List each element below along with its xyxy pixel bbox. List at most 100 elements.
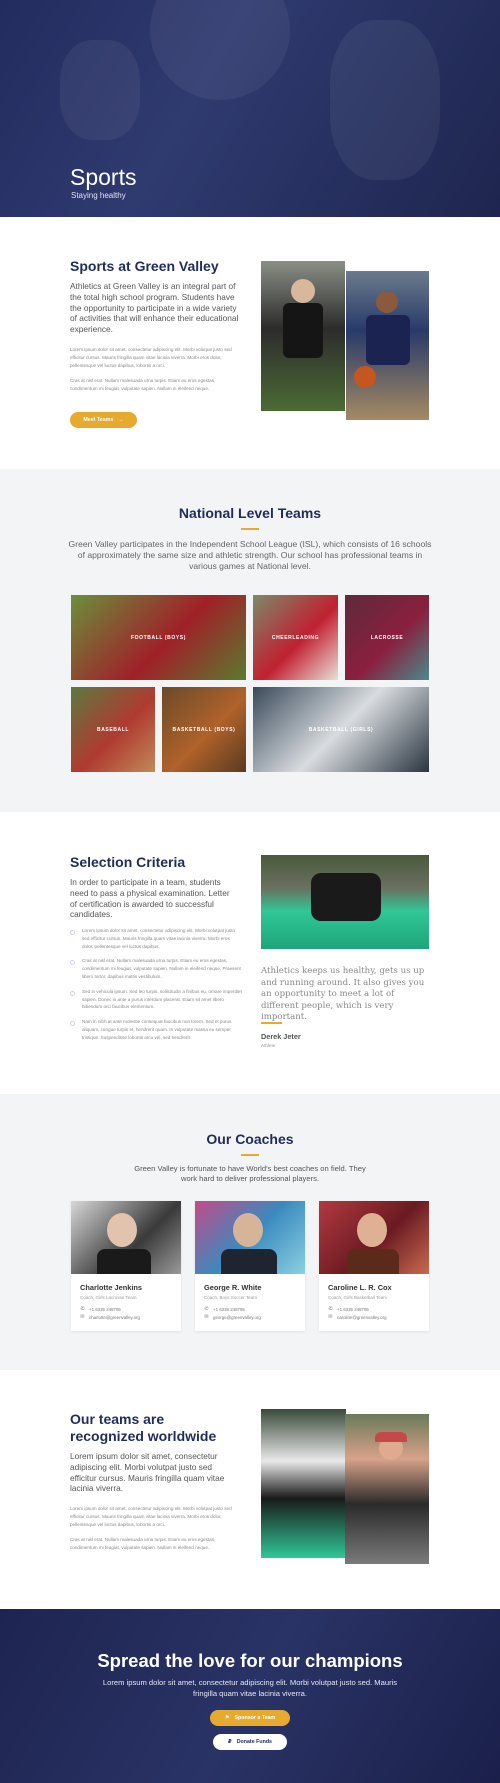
- team-group-photo: [261, 1409, 346, 1558]
- player-jersey-shape: [366, 315, 410, 365]
- team-tile-basketball-boys[interactable]: BASKETBALL (BOYS): [162, 687, 246, 772]
- bullet-icon: [70, 960, 75, 966]
- donate-funds-button[interactable]: ₽ Donate Funds: [213, 1734, 287, 1750]
- coach-phone[interactable]: ✆ +1 6335 248795: [328, 1306, 420, 1313]
- player-head-shape: [376, 291, 398, 313]
- coach-name: Caroline L. R. Cox: [328, 1283, 392, 1292]
- coach-phone[interactable]: ✆ +1 6335 248795: [80, 1306, 172, 1313]
- about-lead: Athletics at Green Valley is an integral…: [70, 281, 239, 335]
- criteria-text: Lorem ipsum dolor sit amet, consectetur …: [82, 928, 235, 949]
- coach-role: Coach, Boys Soccer Team: [204, 1295, 257, 1300]
- worldwide-title: Our teams are recognized worldwide: [70, 1411, 217, 1444]
- coach-photo: [195, 1201, 305, 1274]
- team-tile-football[interactable]: FOOTBALL (BOYS): [71, 595, 246, 680]
- bullet-icon: [70, 930, 75, 935]
- worldwide-section: Our teams are recognized worldwide Lorem…: [0, 1370, 500, 1609]
- phone-text: +1 6335 248795: [337, 1307, 369, 1312]
- huddle-shape: [311, 873, 381, 921]
- phone-text: +1 6335 248795: [213, 1307, 245, 1312]
- team-label: CHEERLEADING: [271, 634, 320, 641]
- page: Sports Staying healthy Sports at Green V…: [0, 0, 500, 1783]
- team-tile-cheerleading[interactable]: CHEERLEADING: [253, 595, 338, 680]
- meet-teams-label: Meet Teams: [83, 417, 114, 423]
- worldwide-lead: Lorem ipsum dolor sit amet, consectetur …: [70, 1451, 225, 1494]
- hero-banner: Sports Staying healthy: [0, 0, 500, 217]
- team-tile-lacrosse[interactable]: LACROSSE: [345, 595, 429, 680]
- coaches-lead: Green Valley is fortunate to have World'…: [134, 1164, 366, 1184]
- worldwide-paragraph: Cras at nisl erat. Nullam malesuada urna…: [70, 1537, 216, 1550]
- criteria-item: Cras at nisl erat. Nullam malesuada urna…: [70, 957, 242, 980]
- coach-role: Coach, Girls Basketball Team: [328, 1295, 387, 1300]
- handshake-icon: ⚑: [224, 1715, 230, 1721]
- cta-lead: Lorem ipsum dolor sit amet, consectetur …: [102, 1678, 398, 1698]
- team-tile-basketball-girls[interactable]: BASKETBALL (GIRLS): [253, 687, 429, 772]
- about-title: Sports at Green Valley: [70, 258, 219, 274]
- donate-label: Donate Funds: [236, 1739, 272, 1745]
- coach-role: Coach, Girls Lacrosse Team: [80, 1295, 137, 1300]
- sponsor-team-button[interactable]: ⚑ Sponsor a Team: [210, 1710, 290, 1726]
- email-text: george@greenvalley.org: [213, 1315, 261, 1320]
- criteria-item: Sed in vehicula ipsum. Sed leo turpis, s…: [70, 988, 242, 1011]
- mail-icon: ✉: [204, 1314, 209, 1320]
- criteria-section: Selection Criteria In order to participa…: [0, 812, 500, 1094]
- coach-photo: [319, 1201, 429, 1274]
- shoulders-shape: [97, 1249, 151, 1274]
- soccer-player-photo: [261, 261, 345, 411]
- mail-icon: ✉: [80, 1314, 85, 1320]
- mail-icon: ✉: [328, 1314, 333, 1320]
- criteria-lead: In order to participate in a team, stude…: [70, 877, 230, 920]
- phone-icon: ✆: [204, 1306, 209, 1312]
- team-label: BASKETBALL (BOYS): [172, 726, 236, 733]
- coach-card[interactable]: Charlotte Jenkins Coach, Girls Lacrosse …: [71, 1201, 181, 1331]
- criteria-item: Nam in nibh at ante molestie consequat f…: [70, 1018, 242, 1041]
- national-title: National Level Teams: [178, 505, 322, 521]
- email-text: caroline@greenvalley.org: [337, 1315, 387, 1320]
- email-text: charlotte@greenvalley.org: [89, 1315, 140, 1320]
- coach-card[interactable]: George R. White Coach, Boys Soccer Team …: [195, 1201, 305, 1331]
- hero-photo-shape: [150, 0, 290, 100]
- coaches-title: Our Coaches: [206, 1131, 294, 1147]
- page-subtitle: Staying healthy: [71, 191, 126, 200]
- coach-name: George R. White: [204, 1283, 262, 1292]
- quote-text: Athletics keeps us healthy, gets us up a…: [261, 966, 425, 1023]
- team-label: LACROSSE: [370, 634, 404, 641]
- page-title: Sports: [70, 164, 137, 190]
- player-head-shape: [291, 279, 315, 303]
- shoulders-shape: [221, 1249, 277, 1274]
- meet-teams-button[interactable]: Meet Teams →: [70, 412, 137, 428]
- coach-card[interactable]: Caroline L. R. Cox Coach, Girls Basketba…: [319, 1201, 429, 1331]
- coach-phone[interactable]: ✆ +1 6335 248795: [204, 1306, 296, 1313]
- basketball-shape: [354, 366, 376, 388]
- title-divider: [241, 528, 259, 530]
- coach-email[interactable]: ✉ george@greenvalley.org: [204, 1314, 296, 1321]
- coach-email[interactable]: ✉ caroline@greenvalley.org: [328, 1314, 420, 1321]
- worldwide-paragraph: Lorem ipsum dolor sit amet, consectetur …: [70, 1506, 232, 1527]
- criteria-list: Lorem ipsum dolor sit amet, consectetur …: [70, 927, 242, 1049]
- face-shape: [107, 1213, 137, 1247]
- face-shape: [357, 1213, 387, 1247]
- bullet-icon: [70, 990, 75, 996]
- phone-icon: ✆: [328, 1306, 333, 1312]
- arrow-right-icon: →: [118, 417, 124, 423]
- team-label: BASKETBALL (GIRLS): [308, 726, 374, 733]
- team-label: FOOTBALL (BOYS): [130, 634, 186, 641]
- hero-photo-shape: [330, 20, 440, 180]
- money-icon: ₽: [228, 1739, 232, 1745]
- cta-section: Spread the love for our champions Lorem …: [0, 1609, 500, 1783]
- criteria-text: Sed in vehicula ipsum. Sed leo turpis, s…: [82, 988, 242, 1010]
- about-paragraph: Cras at nisl erat. Nullam malesuada urna…: [70, 378, 216, 391]
- criteria-text: Nam in nibh at ante molestie consequat f…: [82, 1019, 232, 1040]
- face-shape: [233, 1213, 263, 1247]
- coach-with-dog-photo: [345, 1414, 429, 1564]
- coach-email[interactable]: ✉ charlotte@greenvalley.org: [80, 1314, 172, 1321]
- quote-author-role: Athlete: [261, 1043, 276, 1048]
- about-paragraph: Lorem ipsum dolor sit amet, consectetur …: [70, 347, 232, 368]
- sponsor-label: Sponsor a Team: [234, 1715, 276, 1721]
- team-tile-baseball[interactable]: BASEBALL: [71, 687, 155, 772]
- team-label: BASEBALL: [96, 726, 130, 733]
- team-huddle-photo: [261, 855, 429, 949]
- about-section: Sports at Green Valley Athletics at Gree…: [0, 217, 500, 469]
- bullet-icon: [70, 1021, 75, 1027]
- coach-name: Charlotte Jenkins: [80, 1283, 143, 1292]
- phone-icon: ✆: [80, 1306, 85, 1312]
